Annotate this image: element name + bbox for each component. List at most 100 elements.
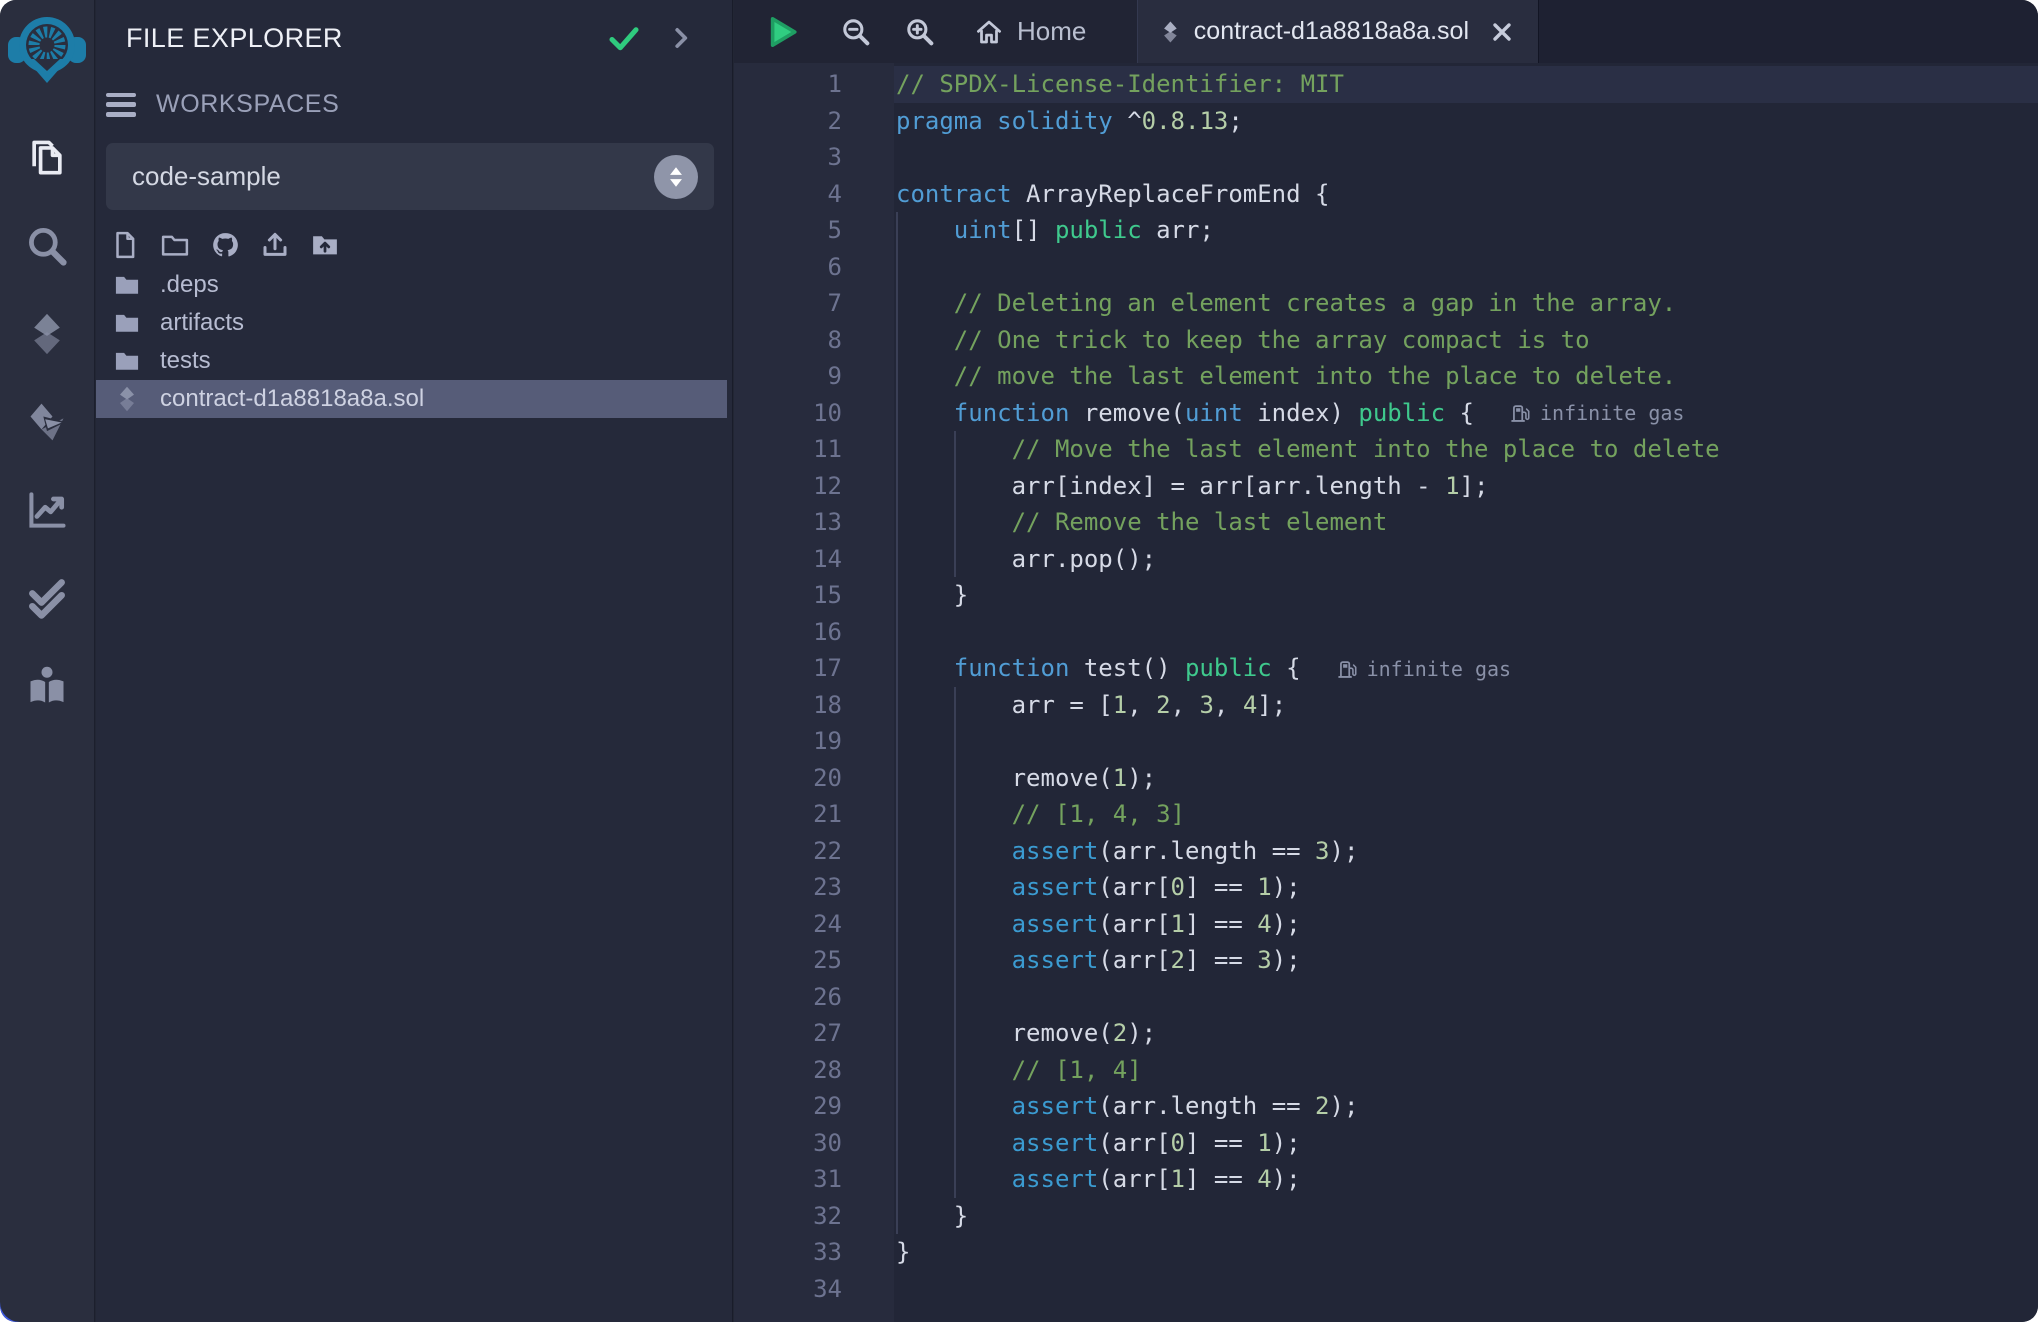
code-content[interactable]: pragma solidity ^0.8.13; — [894, 103, 2038, 140]
code-token: solidity — [997, 107, 1113, 135]
code-content[interactable]: remove(1); — [894, 760, 2038, 797]
code-content[interactable]: arr.pop(); — [894, 541, 2038, 578]
panel-title: FILE EXPLORER — [126, 23, 606, 54]
editor-toolbar: Home — [734, 0, 1138, 63]
indent-guide — [896, 395, 898, 432]
rail-item-solidity-compiler[interactable] — [0, 290, 95, 378]
code-content[interactable] — [894, 614, 2038, 651]
github-button[interactable] — [210, 230, 240, 260]
indent-guide — [896, 1198, 898, 1235]
upload-file-button[interactable] — [260, 230, 290, 260]
indent-guide — [896, 322, 898, 359]
file-explorer-panel: FILE EXPLORER WORKSPACES code-sample .de… — [96, 0, 733, 1322]
workspace-select-toggle[interactable] — [654, 155, 698, 199]
zoom-out-button[interactable] — [840, 16, 872, 48]
code-line: 1// SPDX-License-Identifier: MIT — [734, 66, 2038, 103]
code-token: ); — [1127, 764, 1156, 792]
code-line: 8 // One trick to keep the array compact… — [734, 322, 2038, 359]
code-token: // [1, 4, 3] — [896, 800, 1185, 828]
new-folder-button[interactable] — [160, 230, 190, 260]
remix-logo[interactable] — [0, 0, 95, 100]
code-token: } — [896, 581, 968, 609]
code-content[interactable] — [894, 249, 2038, 286]
indent-guide — [896, 249, 898, 286]
code-content[interactable]: assert(arr[2] == 3); — [894, 942, 2038, 979]
indent-guide — [896, 468, 898, 505]
tree-item-contract-d1a8818a8a-sol[interactable]: contract-d1a8818a8a.sol — [96, 380, 727, 418]
code-token: 2 — [1171, 946, 1185, 974]
code-content[interactable]: remove(2); — [894, 1015, 2038, 1052]
code-content[interactable]: assert(arr[0] == 1); — [894, 1125, 2038, 1162]
indent-guide — [954, 468, 956, 505]
code-content[interactable]: assert(arr.length == 2); — [894, 1088, 2038, 1125]
code-content[interactable]: function remove(uint index) public {infi… — [894, 395, 2038, 432]
code-content[interactable]: assert(arr[1] == 4); — [894, 1161, 2038, 1198]
indent-guide — [896, 1088, 898, 1125]
code-content[interactable] — [894, 1271, 2038, 1308]
code-content[interactable]: // move the last element into the place … — [894, 358, 2038, 395]
new-file-button[interactable] — [110, 230, 140, 260]
code-token: assert — [1012, 1092, 1099, 1120]
code-content[interactable]: } — [894, 1234, 2038, 1271]
rail-item-statistics[interactable] — [0, 466, 95, 554]
code-content[interactable]: // [1, 4] — [894, 1052, 2038, 1089]
code-content[interactable]: // Deleting an element creates a gap in … — [894, 285, 2038, 322]
zoom-in-button[interactable] — [904, 16, 936, 48]
code-content[interactable] — [894, 139, 2038, 176]
folder-icon-wrap — [112, 346, 142, 376]
code-token: ); — [1272, 910, 1301, 938]
indent-guide — [896, 1125, 898, 1162]
code-content[interactable]: // [1, 4, 3] — [894, 796, 2038, 833]
code-content[interactable]: function test() public {infinite gas — [894, 650, 2038, 687]
rail-item-file-explorer[interactable] — [0, 114, 95, 202]
code-editor[interactable]: 1// SPDX-License-Identifier: MIT 2 pragma … — [734, 63, 2038, 1322]
tree-item-artifacts[interactable]: artifacts — [96, 304, 732, 342]
check-icon[interactable] — [606, 20, 642, 56]
workspace-select[interactable]: code-sample — [106, 143, 714, 210]
line-number: 23 — [734, 869, 894, 906]
code-content[interactable]: assert(arr.length == 3); — [894, 833, 2038, 870]
statistics-icon — [25, 488, 69, 532]
upload-folder-button[interactable] — [310, 230, 340, 260]
code-token: , — [1214, 691, 1243, 719]
workspaces-menu-icon[interactable] — [106, 93, 136, 117]
code-content[interactable]: } — [894, 1198, 2038, 1235]
tree-item-tests[interactable]: tests — [96, 342, 732, 380]
indent-guide — [896, 1161, 898, 1198]
code-content[interactable]: contract ArrayReplaceFromEnd { — [894, 176, 2038, 213]
code-content[interactable]: // One trick to keep the array compact i… — [894, 322, 2038, 359]
line-number: 15 — [734, 577, 894, 614]
rail-item-deploy-run[interactable] — [0, 378, 95, 466]
line-number: 4 — [734, 176, 894, 213]
tab-home[interactable]: Home — [974, 16, 1086, 47]
code-content[interactable]: uint[] public arr; — [894, 212, 2038, 249]
code-line: 19 — [734, 723, 2038, 760]
code-token: assert — [1012, 1165, 1099, 1193]
activity-bar-items — [0, 114, 95, 730]
code-token: 4 — [1257, 910, 1271, 938]
code-content[interactable] — [894, 979, 2038, 1016]
code-content-current-line[interactable]: // SPDX-License-Identifier: MIT — [894, 66, 2038, 103]
code-content[interactable]: arr[index] = arr[arr.length - 1]; — [894, 468, 2038, 505]
rail-item-search[interactable] — [0, 202, 95, 290]
code-content[interactable]: // Remove the last element — [894, 504, 2038, 541]
code-content[interactable]: assert(arr[1] == 4); — [894, 906, 2038, 943]
chevron-right-icon[interactable] — [668, 25, 694, 51]
gas-pump-icon — [1510, 403, 1531, 424]
code-content[interactable] — [894, 723, 2038, 760]
code-content[interactable]: } — [894, 577, 2038, 614]
code-content[interactable]: assert(arr[0] == 1); — [894, 869, 2038, 906]
solidity-file-icon — [1162, 17, 1179, 47]
run-script-button[interactable] — [766, 14, 800, 50]
tab-close-button[interactable] — [1490, 20, 1514, 44]
rail-item-unit-testing[interactable] — [0, 554, 95, 642]
tab-contract-file[interactable]: contract-d1a8818a8a.sol — [1138, 0, 1538, 63]
code-content[interactable]: arr = [1, 2, 3, 4]; — [894, 687, 2038, 724]
tree-item--deps[interactable]: .deps — [96, 266, 732, 304]
rail-item-learneth[interactable] — [0, 642, 95, 730]
code-line: 25 assert(arr[2] == 3); — [734, 942, 2038, 979]
file-explorer-header: FILE EXPLORER — [96, 0, 732, 56]
line-number: 8 — [734, 322, 894, 359]
code-content[interactable]: // Move the last element into the place … — [894, 431, 2038, 468]
new-file-icon — [110, 230, 140, 260]
